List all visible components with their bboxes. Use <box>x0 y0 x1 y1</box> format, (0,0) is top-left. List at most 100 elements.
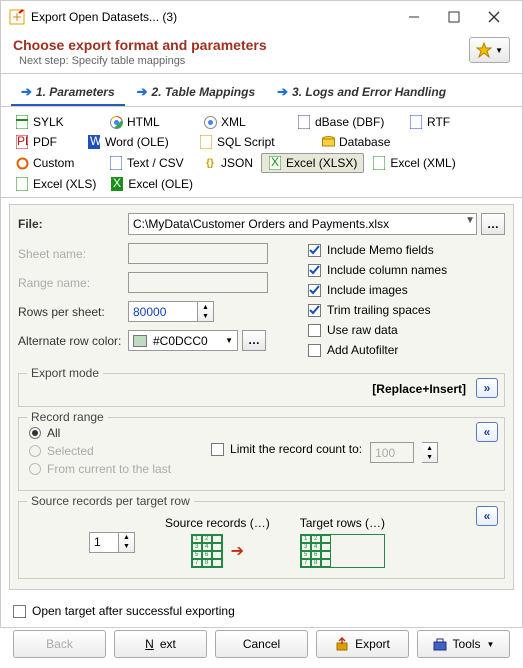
format-label: Excel (OLE) <box>128 177 193 191</box>
open-after-checkbox[interactable]: Open target after successful exporting <box>1 596 522 626</box>
format-excel-ole[interactable]: X Excel (OLE) <box>104 175 199 193</box>
svg-text:X: X <box>271 156 279 169</box>
export-button[interactable]: Export <box>316 630 409 658</box>
alt-color-value: #C0DCC0 <box>153 334 208 348</box>
next-button[interactable]: Next <box>114 630 207 658</box>
radio-all[interactable]: All <box>29 426 171 440</box>
format-text-csv[interactable]: Text / CSV <box>103 153 195 173</box>
option-memo[interactable]: Include Memo fields <box>308 243 505 257</box>
chrome-icon <box>109 115 123 129</box>
format-xml[interactable]: XML <box>197 113 289 131</box>
export-mode-label: Export mode <box>27 366 103 380</box>
format-label: HTML <box>127 115 160 129</box>
minimize-button[interactable] <box>394 3 434 31</box>
format-label: Text / CSV <box>127 156 184 170</box>
back-button[interactable]: Back <box>13 630 106 658</box>
file-browse-button[interactable]: … <box>481 213 505 235</box>
tab-label: 2. Table Mappings <box>152 85 256 99</box>
file-value: C:\MyData\Customer Orders and Payments.x… <box>128 213 477 235</box>
color-swatch <box>133 335 147 347</box>
svg-text:X: X <box>113 177 121 190</box>
radio-label: Selected <box>47 444 94 458</box>
radio-from-current[interactable]: From current to the last <box>29 462 171 476</box>
format-database[interactable]: Database <box>315 133 435 151</box>
option-label: Add Autofilter <box>327 343 398 357</box>
format-label: Excel (XLSX) <box>286 156 357 170</box>
checkbox-icon <box>308 324 321 337</box>
doc-icon <box>109 156 123 170</box>
alt-color-picker-button[interactable]: … <box>242 330 266 351</box>
arrow-icon: ➔ <box>21 84 32 100</box>
star-icon <box>476 42 492 58</box>
excel-icon <box>372 156 386 170</box>
format-excel-xls[interactable]: Excel (XLS) <box>9 175 102 193</box>
tgt-rows-label: Target rows (…) <box>300 516 385 530</box>
format-label: Excel (XML) <box>390 156 455 170</box>
option-trim[interactable]: Trim trailing spaces <box>308 303 505 317</box>
format-label: JSON <box>221 156 253 170</box>
range-name-input[interactable] <box>128 272 268 293</box>
radio-selected[interactable]: Selected <box>29 444 171 458</box>
favorites-button[interactable]: ▼ <box>469 37 510 63</box>
format-custom[interactable]: Custom <box>9 153 101 173</box>
format-html[interactable]: HTML <box>103 113 195 131</box>
rows-per-sheet-label: Rows per sheet: <box>18 305 128 319</box>
tab-logs[interactable]: ➔3. Logs and Error Handling <box>267 80 456 106</box>
checkbox-icon <box>308 264 321 277</box>
chevron-down-icon: ▼ <box>495 46 503 55</box>
limit-input[interactable] <box>370 442 414 463</box>
format-excel-xlsx[interactable]: X Excel (XLSX) <box>261 153 364 173</box>
word-icon: W <box>87 135 101 149</box>
option-cols[interactable]: Include column names <box>308 263 505 277</box>
alt-color-combo[interactable]: #C0DCC0 ▼ <box>128 330 238 351</box>
file-combo[interactable]: C:\MyData\Customer Orders and Payments.x… <box>128 213 477 235</box>
collapse-button[interactable]: « <box>476 422 498 442</box>
format-word-ole[interactable]: WWord (OLE) <box>81 133 191 151</box>
option-label: Trim trailing spaces <box>327 303 431 317</box>
format-rtf[interactable]: RTF <box>403 113 473 131</box>
tab-table-mappings[interactable]: ➔2. Table Mappings <box>127 80 265 106</box>
checkbox-icon <box>13 605 26 618</box>
doc-icon <box>15 115 29 129</box>
per-row-input[interactable] <box>89 532 119 553</box>
sheet-name-input[interactable] <box>128 243 268 264</box>
grid-icon: 12345678 <box>191 534 223 568</box>
format-sylk[interactable]: SYLK <box>9 113 101 131</box>
option-raw[interactable]: Use raw data <box>308 323 505 337</box>
option-label: Include Memo fields <box>327 243 434 257</box>
button-label: Tools <box>453 637 481 651</box>
button-label: Back <box>46 637 73 651</box>
tab-parameters[interactable]: ➔1. Parameters <box>11 80 125 106</box>
tabs: ➔1. Parameters ➔2. Table Mappings ➔3. Lo… <box>1 74 522 107</box>
format-dbase[interactable]: dBase (DBF) <box>291 113 401 131</box>
radio-icon <box>29 445 41 457</box>
close-button[interactable] <box>474 3 514 31</box>
per-row-stepper[interactable]: ▲▼ <box>119 532 135 553</box>
format-label: RTF <box>427 115 450 129</box>
app-icon <box>9 9 25 25</box>
svg-text:W: W <box>90 135 100 148</box>
option-images[interactable]: Include images <box>308 283 505 297</box>
rows-stepper[interactable]: ▲▼ <box>198 301 214 322</box>
format-excel-xml[interactable]: Excel (XML) <box>366 153 461 173</box>
format-json[interactable]: {}JSON <box>197 153 259 173</box>
tools-button[interactable]: Tools▼ <box>417 630 510 658</box>
expand-button[interactable]: » <box>476 378 498 398</box>
format-pdf[interactable]: PDFPDF <box>9 133 79 151</box>
format-label: Database <box>339 135 390 149</box>
limit-checkbox[interactable]: Limit the record count to: <box>211 442 362 456</box>
option-label: Include column names <box>327 263 447 277</box>
collapse-button[interactable]: « <box>476 506 498 526</box>
radio-label: From current to the last <box>47 462 171 476</box>
cancel-button[interactable]: Cancel <box>215 630 308 658</box>
format-grid: SYLK HTML XML dBase (DBF) RTF PDFPDF WWo… <box>1 107 522 198</box>
range-name-label: Range name: <box>18 276 128 290</box>
titlebar: Export Open Datasets... (3) <box>1 1 522 33</box>
limit-stepper[interactable]: ▲▼ <box>422 442 438 463</box>
per-row-group: Source records per target row « ▲▼ Sourc… <box>18 501 505 579</box>
radio-icon <box>29 463 41 475</box>
maximize-button[interactable] <box>434 3 474 31</box>
format-sql[interactable]: SQL Script <box>193 133 313 151</box>
option-autof[interactable]: Add Autofilter <box>308 343 505 357</box>
rows-per-sheet-input[interactable] <box>128 301 198 322</box>
